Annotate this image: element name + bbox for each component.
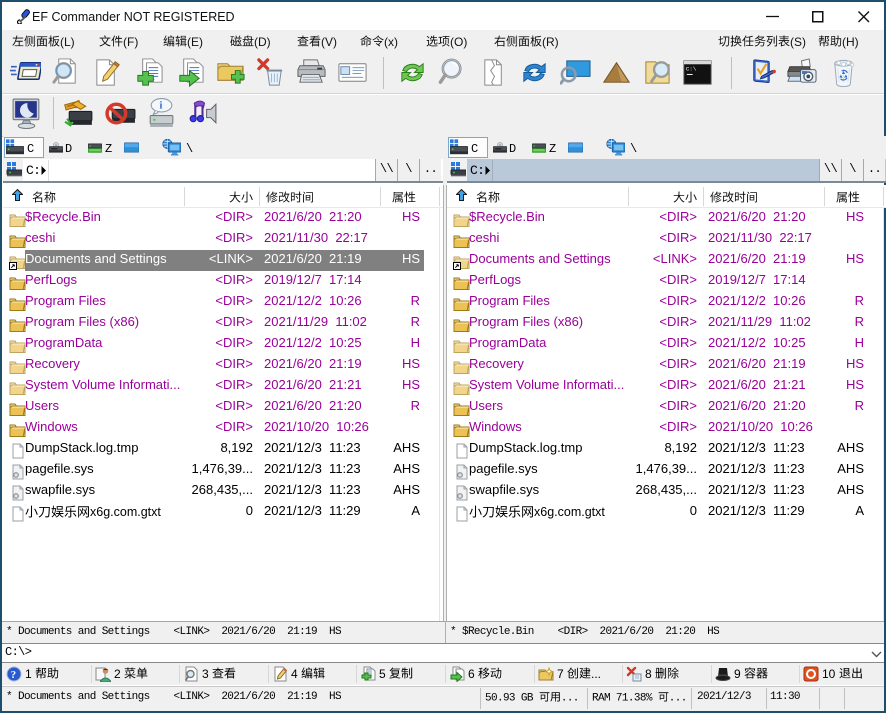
svg-text:?: ? [11,669,17,681]
svg-text:i: i [159,100,162,111]
svg-text:C:\: C:\ [686,66,697,73]
